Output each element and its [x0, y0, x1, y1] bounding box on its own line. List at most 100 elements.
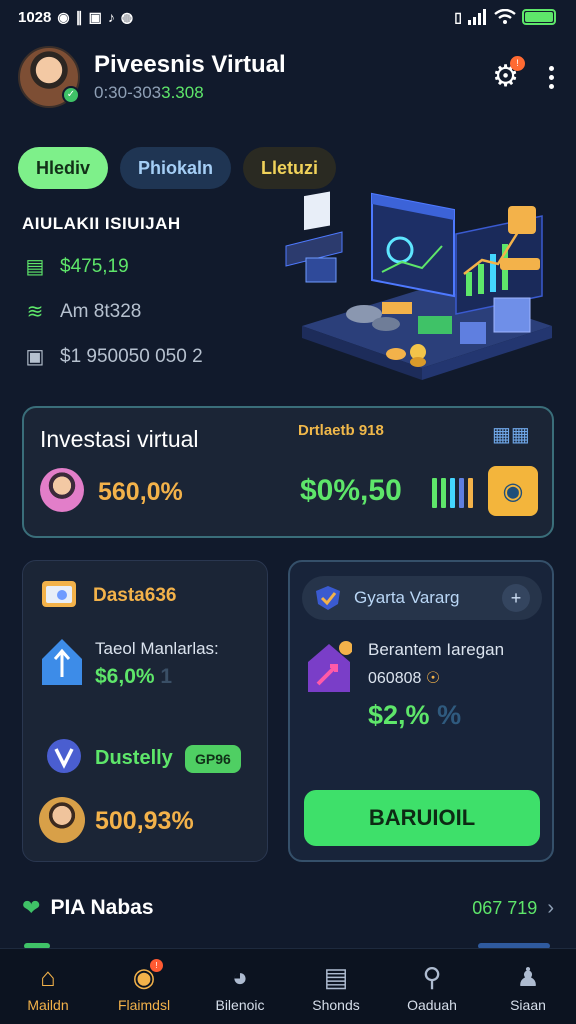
- signal-bars-icon: [468, 9, 486, 25]
- guarantee-value-trail: %: [437, 700, 462, 730]
- nav-item-shonds[interactable]: ▤ Shonds: [290, 961, 382, 1013]
- notification-badge: !: [510, 56, 525, 71]
- avatar[interactable]: ✓: [18, 46, 80, 108]
- sound-icon: ♪: [107, 9, 115, 25]
- summary-row[interactable]: ≋ Am 8t328: [22, 299, 282, 324]
- guarantee-value-number: $2,%: [368, 700, 430, 730]
- cash-cards-icon: ▦▦: [492, 424, 530, 446]
- investasi-tag: Drtlaetb 918: [298, 422, 384, 439]
- guarantee-card[interactable]: Gyarta Vararg + Berantem Iaregan 060808 …: [288, 560, 554, 862]
- coins-icon: ◉: [132, 961, 156, 992]
- summary-value: Am 8t328: [60, 300, 142, 322]
- status-badge: GP96: [185, 745, 241, 773]
- profile-info: Piveesnis Virtual 0:30-3033.308: [94, 51, 492, 103]
- summary-heading: AIULAKII ISIUIJAH: [22, 214, 181, 233]
- chip-hlediv[interactable]: Hlediv: [18, 147, 109, 189]
- nav-item-siaan[interactable]: ♟ Siaan: [482, 961, 574, 1013]
- user-icon: ♟: [516, 961, 540, 992]
- nav-item-flaimdsl[interactable]: ◉ ! Flaimdsl: [98, 958, 190, 1013]
- wallet-icon: [42, 581, 76, 607]
- investasi-percent: 560,0%: [98, 478, 183, 506]
- summary-row[interactable]: ▣ $1 950050 050 2: [22, 344, 282, 369]
- profile-id-prefix: 0:30-303: [94, 83, 162, 102]
- list-item-value: 067 719: [472, 897, 538, 918]
- home-upgrade-icon: [308, 641, 352, 692]
- nav-label: Shonds: [312, 996, 360, 1013]
- status-time: 1028: [18, 8, 52, 26]
- whatsapp-icon: ◍: [120, 8, 134, 25]
- portfolio-card[interactable]: Dasta636 Taeol Manlarlas: $6,0% 1 Dustel…: [22, 560, 268, 862]
- investasi-card[interactable]: Investasi virtual Drtlaetb 918 ▦▦ 560,0%…: [22, 406, 554, 538]
- signal-icon: ∥: [75, 8, 83, 25]
- nav-item-oaduah[interactable]: ⚲ Oaduah: [386, 961, 478, 1013]
- list-item[interactable]: ❤ PIA Nabas 067 719 ›: [22, 888, 554, 928]
- kebab-dot-icon: [549, 65, 554, 71]
- summary-value: $475,19: [60, 255, 129, 277]
- ticket-icon: ▤: [323, 961, 349, 992]
- status-bar-left: 1028 ◉ ∥ ▣ ♪ ◍: [18, 9, 133, 26]
- notification-icon: ◉: [57, 8, 70, 25]
- wifi-icon: [494, 9, 516, 24]
- nav-label: Siaan: [510, 996, 546, 1013]
- chart-coin-icon: ◕: [232, 961, 248, 992]
- wallet-icon: ▤: [25, 256, 45, 278]
- nav-item-bilenoic[interactable]: ◕ Bilenoic: [194, 961, 286, 1013]
- cash-stack-icon: ≋: [26, 301, 44, 323]
- guarantee-header-label: Gyarta Vararg: [354, 588, 460, 607]
- mini-bars-icon: [432, 474, 473, 508]
- vibrate-icon: ▯: [454, 8, 462, 25]
- list-item-label: PIA Nabas: [50, 896, 154, 919]
- kebab-dot-icon: [549, 83, 554, 89]
- heart-icon: ❤: [22, 895, 41, 920]
- v-badge-icon: [47, 739, 81, 773]
- portfolio-sub-value-number: $6,0%: [95, 665, 155, 688]
- add-button[interactable]: +: [502, 584, 530, 612]
- guarantee-value: $2,% %: [368, 700, 461, 731]
- nav-label: Flaimdsl: [117, 996, 171, 1013]
- header-actions: ⚙ !: [492, 56, 558, 92]
- summary-row[interactable]: ▤ $475,19: [22, 254, 282, 279]
- guarantee-line-1: Berantem Iaregan: [368, 640, 505, 659]
- search-doc-icon: ⚲: [422, 961, 442, 992]
- investment-dashboard-illustration: [285, 191, 552, 380]
- status-bar: 1028 ◉ ∥ ▣ ♪ ◍ ▯: [0, 0, 576, 34]
- nav-label: Bilenoic: [215, 996, 265, 1013]
- balance-summary: AIULAKII ISIUIJAH ▤ $475,19 ≋ Am 8t328 ▣…: [22, 214, 282, 369]
- chip-phiokaln[interactable]: Phiokaln: [120, 147, 232, 189]
- guarantee-code: 060808: [368, 670, 422, 687]
- upload-arrow-icon: [42, 639, 82, 685]
- profile-id-suffix: 3.308: [161, 83, 204, 102]
- notification-badge: !: [150, 958, 163, 972]
- guarantee-line-2: 060808 ☉: [368, 668, 440, 688]
- home-icon: ⌂: [40, 961, 56, 992]
- investasi-title: Investasi virtual: [40, 426, 199, 452]
- nav-label: Oaduah: [407, 996, 457, 1013]
- bottom-navigation: ⌂ Maildn ◉ ! Flaimdsl ◕ Bilenoic ▤ Shond…: [0, 948, 576, 1024]
- kebab-dot-icon: [549, 74, 554, 80]
- primary-action-button[interactable]: BARUIOIL: [304, 790, 540, 846]
- nav-item-maildn[interactable]: ⌂ Maildn: [2, 961, 94, 1013]
- image-icon: ▣: [88, 8, 102, 25]
- profile-header: ✓ Piveesnis Virtual 0:30-3033.308 ⚙ !: [18, 44, 558, 110]
- chevron-right-icon: ›: [547, 896, 554, 919]
- portfolio-sub-value: $6,0% 1: [95, 665, 172, 689]
- settings-button[interactable]: ⚙ !: [492, 56, 525, 92]
- wallet-icon: ◉: [502, 477, 524, 505]
- avatar: [40, 468, 84, 512]
- avatar: [39, 797, 85, 843]
- profile-subtitle: 0:30-3033.308: [94, 83, 492, 103]
- portfolio-percent: 500,93%: [95, 807, 194, 835]
- status-bar-right: ▯: [454, 9, 556, 26]
- more-options-button[interactable]: [549, 65, 554, 89]
- safe-icon: ▣: [25, 346, 45, 368]
- portfolio-title: Dasta636: [93, 585, 177, 606]
- shield-check-icon: [316, 586, 340, 610]
- summary-value: $1 950050 050 2: [60, 345, 203, 367]
- portfolio-sub-value-trail: 1: [160, 665, 173, 688]
- wallet-button[interactable]: ◉: [488, 466, 538, 516]
- guarantee-header[interactable]: Gyarta Vararg +: [302, 576, 542, 620]
- verified-icon: ✓: [62, 86, 80, 104]
- portfolio-sub-label: Taeol Manlarlas:: [95, 639, 219, 658]
- nav-label: Maildn: [27, 996, 69, 1013]
- coin-icon: ☉: [425, 670, 441, 687]
